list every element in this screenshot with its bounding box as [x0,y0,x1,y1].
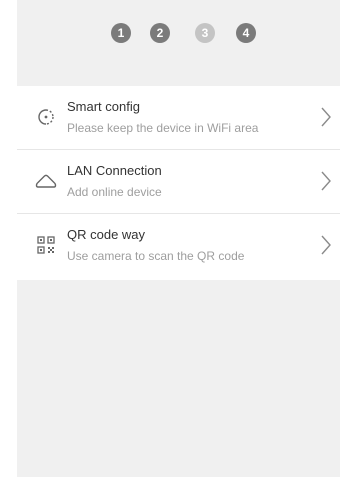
step-2-badge: 2 [150,23,170,43]
option-title: LAN Connection [67,163,162,178]
chevron-right-icon [321,171,331,191]
step-1-badge: 1 [111,23,131,43]
step-3-badge: 3 [195,23,215,43]
app-screen: 1 2 3 4 Smart config Please keep the dev… [17,0,340,477]
option-subtitle: Add online device [67,185,162,199]
smart-config-icon [38,109,54,125]
option-smart-config[interactable]: Smart config Please keep the device in W… [17,86,340,150]
cloud-icon [35,174,57,188]
option-qr-code[interactable]: QR code way Use camera to scan the QR co… [17,214,340,278]
chevron-right-icon [321,235,331,255]
qr-code-icon [37,236,55,254]
option-subtitle: Use camera to scan the QR code [67,249,245,263]
step-indicator: 1 2 3 4 [17,0,340,86]
option-lan-connection[interactable]: LAN Connection Add online device [17,150,340,214]
connection-method-list: Smart config Please keep the device in W… [17,86,340,280]
option-title: Smart config [67,99,140,114]
chevron-right-icon [321,107,331,127]
option-subtitle: Please keep the device in WiFi area [67,121,259,135]
step-4-badge: 4 [236,23,256,43]
option-title: QR code way [67,227,146,242]
